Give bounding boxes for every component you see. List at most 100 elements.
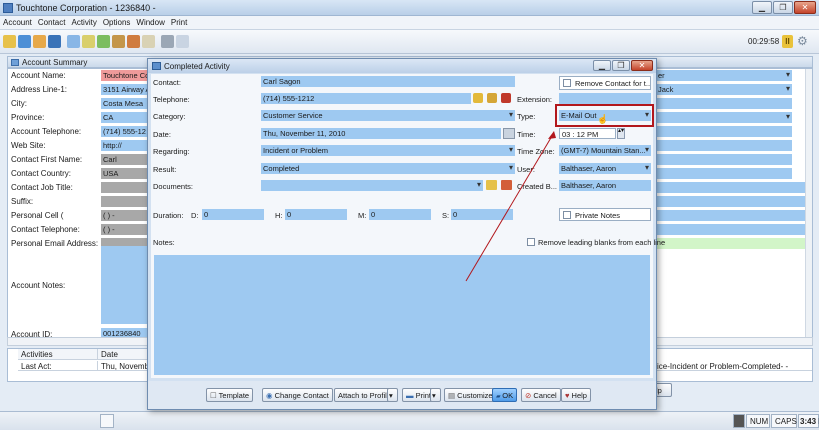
completed-activity-dialog: Completed Activity ▁ ❐ ✕ Contact: Carl S… <box>147 58 665 410</box>
address-value[interactable]: 3151 Airway A <box>101 84 151 95</box>
customize-button[interactable]: ▤ Customize <box>444 388 497 402</box>
help-button[interactable]: ♥ Help <box>561 388 591 402</box>
add-contact-icon[interactable] <box>33 35 46 48</box>
field-label: Account Telephone: <box>11 127 82 136</box>
vertical-scrollbar[interactable] <box>805 69 812 340</box>
group-icon[interactable] <box>48 35 61 48</box>
menu-account[interactable]: Account <box>0 16 35 29</box>
dialog-button-row: ☐ Template ◉ Change Contact Attach to Pr… <box>148 381 656 409</box>
menu-options[interactable]: Options <box>100 16 134 29</box>
print-label: Print <box>415 391 432 400</box>
right-field-4[interactable] <box>656 112 792 123</box>
field-label: Account Name: <box>11 71 66 80</box>
panel-icon <box>11 59 19 66</box>
book-icon[interactable] <box>142 35 155 48</box>
cancel-label: Cancel <box>533 391 557 400</box>
customize-label: Customize <box>457 391 493 400</box>
change-contact-button[interactable]: ◉ Change Contact <box>262 388 333 402</box>
help-label: Help <box>571 391 587 400</box>
ok-label: OK <box>502 391 514 400</box>
right-field-1[interactable]: er <box>656 70 792 81</box>
session-timer: 00:29:58 <box>748 37 780 46</box>
app-icon <box>3 3 13 13</box>
field-label: Personal Cell ( <box>11 211 64 220</box>
col-activities[interactable]: Activities <box>18 349 98 360</box>
calendar-icon[interactable] <box>97 35 110 48</box>
website-value[interactable]: http:// <box>101 140 151 151</box>
print-dropdown-button[interactable]: ▾ <box>430 388 441 402</box>
right-field-12[interactable] <box>656 224 806 235</box>
printer-icon[interactable] <box>161 35 174 48</box>
field-label: Contact Country: <box>11 169 72 178</box>
app-title-bar: Touchtone Corporation - 1236840 - ▁ ❐ ✕ <box>0 0 819 16</box>
city-value[interactable]: Costa Mesa <box>101 98 151 109</box>
status-bar: NUM CAPS 3:43 PM <box>0 411 819 430</box>
suffix-value[interactable] <box>101 196 151 207</box>
right-field-9[interactable] <box>656 182 806 193</box>
right-field-2[interactable]: Jack <box>656 84 792 95</box>
field-label: Address Line-1: <box>11 85 68 94</box>
job-title-value[interactable] <box>101 182 151 193</box>
edit-icon[interactable] <box>127 35 140 48</box>
attach-dropdown-button[interactable]: ▾ <box>387 388 398 402</box>
field-label: Web Site: <box>11 141 46 150</box>
first-name-value[interactable]: Carl <box>101 154 151 165</box>
field-label: Contact Telephone: <box>11 225 80 234</box>
status-indicator-icon <box>100 414 114 428</box>
attach-to-profile-button[interactable]: Attach to Profile <box>334 388 395 402</box>
template-button[interactable]: ☐ Template <box>206 388 254 402</box>
account-notes-value[interactable] <box>101 246 151 324</box>
mail-icon[interactable] <box>82 35 95 48</box>
close-button[interactable]: ✕ <box>794 1 816 14</box>
right-field-11[interactable] <box>656 210 806 221</box>
contact-icon[interactable] <box>18 35 31 48</box>
attach-label: Attach to Profile <box>338 391 391 400</box>
account-notes-label: Account Notes: <box>11 281 66 290</box>
num-lock-indicator: NUM <box>746 414 770 428</box>
keyboard-icon <box>733 414 745 428</box>
toolbar: 00:29:58 II ⚙ <box>0 30 819 54</box>
customize-icon: ▤ <box>448 391 458 400</box>
account-telephone-value[interactable]: (714) 555-12 <box>101 126 151 137</box>
cancel-button[interactable]: ⊘ Cancel <box>521 388 561 402</box>
minimize-button[interactable]: ▁ <box>752 1 772 14</box>
menu-print[interactable]: Print <box>168 16 190 29</box>
field-label: Personal Email Address: <box>11 239 99 248</box>
caps-lock-indicator: CAPS <box>771 414 797 428</box>
last-act-label: Last Act: <box>18 361 98 371</box>
ok-button[interactable]: ▰ OK <box>492 388 518 402</box>
menu-window[interactable]: Window <box>133 16 167 29</box>
menu-bar: Account Contact Activity Options Window Print <box>0 16 819 30</box>
right-field-3[interactable] <box>656 98 792 109</box>
change-contact-icon: ◉ <box>266 391 275 400</box>
maximize-button[interactable]: ❐ <box>773 1 793 14</box>
pause-icon[interactable]: II <box>782 35 793 48</box>
field-label: Contact First Name: <box>11 155 83 164</box>
field-label: Suffix: <box>11 197 34 206</box>
menu-activity[interactable]: Activity <box>68 16 99 29</box>
notes-icon[interactable] <box>112 35 125 48</box>
open-folder-icon[interactable] <box>3 35 16 48</box>
right-field-5[interactable] <box>656 126 792 137</box>
right-field-8[interactable] <box>656 168 792 179</box>
field-label: City: <box>11 99 27 108</box>
right-field-6[interactable] <box>656 140 792 151</box>
document-icon[interactable] <box>176 35 189 48</box>
template-label: Template <box>218 391 250 400</box>
field-label: Contact Job Title: <box>11 183 73 192</box>
contact-telephone-value[interactable]: ( ) - <box>101 224 151 235</box>
gear-icon[interactable]: ⚙ <box>797 35 808 48</box>
right-field-13[interactable] <box>656 238 806 249</box>
account-name-value[interactable]: Touchtone Co <box>101 70 151 81</box>
right-field-7[interactable] <box>656 154 792 165</box>
personal-cell-value[interactable]: ( ) - <box>101 210 151 221</box>
template-icon: ☐ <box>210 391 219 400</box>
phone-icon[interactable] <box>67 35 80 48</box>
field-label: Province: <box>11 113 45 122</box>
change-contact-label: Change Contact <box>274 391 329 400</box>
right-field-10[interactable] <box>656 196 806 207</box>
country-value[interactable]: USA <box>101 168 151 179</box>
menu-contact[interactable]: Contact <box>35 16 69 29</box>
panel-title: Account Summary <box>22 58 88 67</box>
province-value[interactable]: CA <box>101 112 151 123</box>
